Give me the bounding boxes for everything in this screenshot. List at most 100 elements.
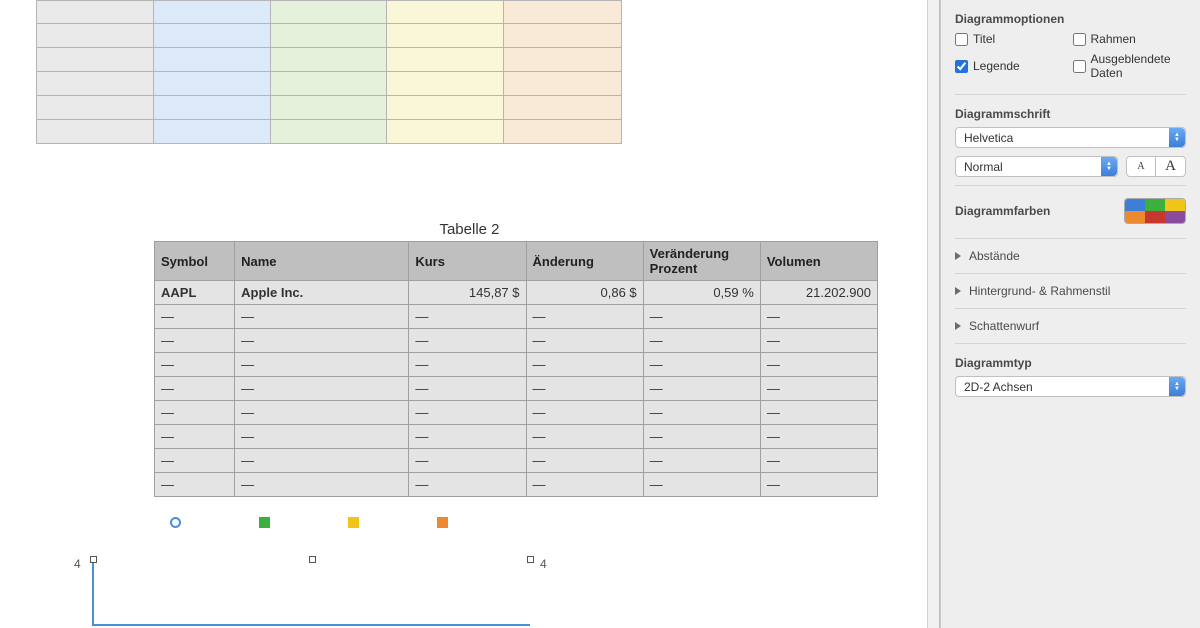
- cell-empty[interactable]: —: [643, 401, 760, 425]
- cell-empty[interactable]: —: [643, 425, 760, 449]
- cell-empty[interactable]: —: [155, 353, 235, 377]
- color-scheme-button[interactable]: [1124, 198, 1186, 224]
- cell-change[interactable]: 0,86 $: [526, 281, 643, 305]
- table-row[interactable]: AAPL Apple Inc. 145,87 $ 0,86 $ 0,59 % 2…: [155, 281, 878, 305]
- cell-empty[interactable]: —: [760, 329, 877, 353]
- cell-empty[interactable]: —: [409, 425, 526, 449]
- font-style-select[interactable]: Normal ▲▼: [955, 156, 1118, 177]
- checkbox-legend-input[interactable]: [955, 60, 968, 73]
- cell-empty[interactable]: —: [643, 353, 760, 377]
- cell-empty[interactable]: —: [409, 449, 526, 473]
- cell-empty[interactable]: —: [526, 473, 643, 497]
- cell-empty[interactable]: —: [235, 329, 409, 353]
- checkbox-title[interactable]: Titel: [955, 32, 1069, 46]
- cell-empty[interactable]: —: [235, 401, 409, 425]
- cell-empty[interactable]: —: [760, 377, 877, 401]
- cell-empty[interactable]: —: [155, 425, 235, 449]
- header-volume[interactable]: Volumen: [760, 242, 877, 281]
- checkbox-frame-input[interactable]: [1073, 33, 1086, 46]
- header-name[interactable]: Name: [235, 242, 409, 281]
- cell-empty[interactable]: —: [526, 353, 643, 377]
- cell-empty[interactable]: —: [155, 449, 235, 473]
- cell-empty[interactable]: —: [760, 401, 877, 425]
- font-size-increase-button[interactable]: A: [1156, 156, 1186, 177]
- stock-table[interactable]: Symbol Name Kurs Änderung Veränderung Pr…: [154, 241, 878, 497]
- cell-empty[interactable]: —: [643, 449, 760, 473]
- cell-empty[interactable]: —: [409, 401, 526, 425]
- cell-empty[interactable]: —: [643, 377, 760, 401]
- cell-empty[interactable]: —: [526, 425, 643, 449]
- cell-kurs[interactable]: 145,87 $: [409, 281, 526, 305]
- cell-empty[interactable]: —: [526, 329, 643, 353]
- scrollbar-vertical[interactable]: [927, 0, 939, 628]
- cell-empty[interactable]: —: [760, 473, 877, 497]
- checkbox-title-input[interactable]: [955, 33, 968, 46]
- cell-empty[interactable]: —: [409, 329, 526, 353]
- cell-empty[interactable]: —: [235, 449, 409, 473]
- disclosure-spacing[interactable]: Abstände: [955, 238, 1186, 274]
- font-family-select[interactable]: Helvetica ▲▼: [955, 127, 1186, 148]
- cell-empty[interactable]: —: [409, 305, 526, 329]
- header-change[interactable]: Änderung: [526, 242, 643, 281]
- table-row[interactable]: ——————: [155, 377, 878, 401]
- cell-empty[interactable]: —: [760, 425, 877, 449]
- checkbox-hidden-data-input[interactable]: [1073, 60, 1086, 73]
- cell-empty[interactable]: —: [409, 377, 526, 401]
- table-row[interactable]: ——————: [155, 353, 878, 377]
- disclosure-shadow[interactable]: Schattenwurf: [955, 309, 1186, 344]
- cell-empty[interactable]: —: [235, 425, 409, 449]
- checkbox-hidden-data[interactable]: Ausgeblendete Daten: [1073, 52, 1187, 80]
- mini-color-table[interactable]: [36, 0, 622, 144]
- cell-empty[interactable]: —: [643, 473, 760, 497]
- cell-change-pct[interactable]: 0,59 %: [643, 281, 760, 305]
- checkbox-frame[interactable]: Rahmen: [1073, 32, 1187, 46]
- cell-empty[interactable]: —: [760, 353, 877, 377]
- selection-handle[interactable]: [90, 556, 97, 563]
- font-title: Diagrammschrift: [955, 107, 1186, 121]
- cell-empty[interactable]: —: [526, 305, 643, 329]
- chart-legend[interactable]: [170, 517, 448, 528]
- cell-empty[interactable]: —: [526, 401, 643, 425]
- table-row[interactable]: ——————: [155, 329, 878, 353]
- header-kurs[interactable]: Kurs: [409, 242, 526, 281]
- cell-name[interactable]: Apple Inc.: [235, 281, 409, 305]
- cell-empty[interactable]: —: [235, 377, 409, 401]
- cell-empty[interactable]: —: [155, 401, 235, 425]
- chart-placeholder[interactable]: [92, 560, 530, 626]
- table-title[interactable]: Tabelle 2: [0, 221, 939, 238]
- cell-empty[interactable]: —: [526, 449, 643, 473]
- table-row[interactable]: ——————: [155, 425, 878, 449]
- document-canvas[interactable]: Tabelle 2 Symbol Name Kurs Änderung Verä…: [0, 0, 940, 628]
- cell-empty[interactable]: —: [155, 473, 235, 497]
- cell-empty[interactable]: —: [235, 353, 409, 377]
- selection-handle[interactable]: [309, 556, 316, 563]
- header-symbol[interactable]: Symbol: [155, 242, 235, 281]
- cell-empty[interactable]: —: [760, 305, 877, 329]
- cell-empty[interactable]: —: [155, 305, 235, 329]
- cell-empty[interactable]: —: [235, 473, 409, 497]
- cell-empty[interactable]: —: [643, 305, 760, 329]
- table-row[interactable]: ——————: [155, 401, 878, 425]
- legend-swatch-yellow: [348, 517, 359, 528]
- table-row[interactable]: ——————: [155, 305, 878, 329]
- header-change-pct[interactable]: Veränderung Prozent: [643, 242, 760, 281]
- divider: [955, 94, 1186, 95]
- cell-empty[interactable]: —: [409, 473, 526, 497]
- triangle-right-icon: [955, 322, 961, 330]
- chart-type-select[interactable]: 2D-2 Achsen ▲▼: [955, 376, 1186, 397]
- selection-handle[interactable]: [527, 556, 534, 563]
- cell-empty[interactable]: —: [155, 329, 235, 353]
- font-size-decrease-button[interactable]: A: [1126, 156, 1156, 177]
- cell-symbol[interactable]: AAPL: [155, 281, 235, 305]
- cell-empty[interactable]: —: [760, 449, 877, 473]
- cell-empty[interactable]: —: [409, 353, 526, 377]
- disclosure-background[interactable]: Hintergrund- & Rahmenstil: [955, 274, 1186, 309]
- cell-empty[interactable]: —: [155, 377, 235, 401]
- cell-empty[interactable]: —: [235, 305, 409, 329]
- cell-empty[interactable]: —: [526, 377, 643, 401]
- cell-volume[interactable]: 21.202.900: [760, 281, 877, 305]
- cell-empty[interactable]: —: [643, 329, 760, 353]
- checkbox-legend[interactable]: Legende: [955, 52, 1069, 80]
- table-row[interactable]: ——————: [155, 449, 878, 473]
- table-row[interactable]: ——————: [155, 473, 878, 497]
